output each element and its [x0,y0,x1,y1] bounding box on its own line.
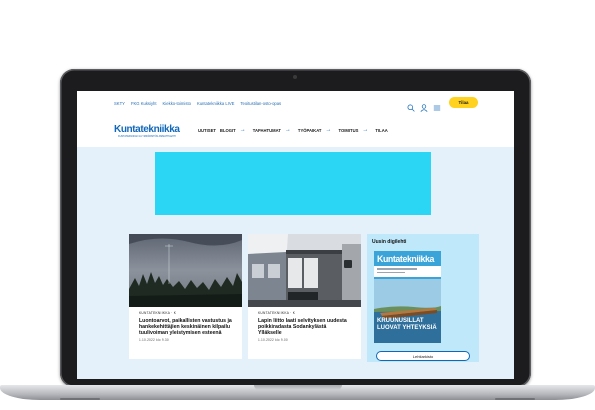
arrow-right-icon[interactable]: → [362,127,368,133]
main-nav: Kuntatekniikka KUNTATEKNIIKAN JA YMPÄRIS… [77,121,514,147]
page-content: KUNTATEKNIIKKA · K Luontoarvot, paikalli… [77,147,514,379]
header-actions: Tilaa [407,97,478,112]
article-image-station[interactable] [248,234,361,307]
article-category: KUNTATEKNIIKKA · K [139,311,177,315]
magazine-cover-text [377,271,405,274]
logo-wordmark: Kuntatekniikka [114,124,180,135]
logo-tagline: KUNTATEKNIIKAN JA YMPÄRISTÖN AMMATTILEHT… [118,135,176,138]
webcam [293,75,297,79]
top-link-opas[interactable]: Teoitustilan-osto-opas [240,101,281,106]
article-date: 1.10.2022 klo 9.00 [258,338,288,342]
article-category: KUNTATEKNIIKKA · K [258,311,296,315]
nav-item-tyopaikat[interactable]: TYÖPAIKAT [298,128,322,133]
magazine-cover-photo [374,279,441,343]
arrow-right-icon[interactable]: → [240,127,246,133]
latest-magazine-panel: Uusin digilehti Kuntatekniikka KRUUNUSIL… [367,234,479,362]
site-logo[interactable]: Kuntatekniikka KUNTATEKNIIKAN JA YMPÄRIS… [114,124,180,138]
top-link-fkg[interactable]: FKG Kuksiyht [131,101,157,106]
arrow-right-icon[interactable]: → [285,127,291,133]
nav-items: UUTISET BLOGIT → TAPAHTUMAT → TYÖPAIKAT … [198,127,388,133]
laptop-frame: SKTY FKG Kuksiyht Kiekko-toimisto Kuntat… [60,69,531,387]
article-date: 1.10.2022 klo 9.30 [139,338,169,342]
archive-button[interactable]: Lehtiarkisto [376,351,470,361]
top-bar: SKTY FKG Kuksiyht Kiekko-toimisto Kuntat… [77,91,514,121]
search-icon[interactable] [407,99,415,112]
user-icon[interactable] [420,99,428,112]
magazine-cover-stripe [374,266,441,277]
top-link-skty[interactable]: SKTY [114,101,125,106]
nav-item-blogit[interactable]: BLOGIT [220,128,236,133]
nav-item-tilaa[interactable]: TILAA [375,128,387,133]
top-link-kiekko[interactable]: Kiekko-toimisto [163,101,191,106]
laptop-base-notch [254,385,342,390]
subscribe-button[interactable]: Tilaa [449,97,478,108]
menu-icon[interactable] [433,99,441,110]
laptop-screen: SKTY FKG Kuksiyht Kiekko-toimisto Kuntat… [77,91,514,379]
nav-item-uutiset[interactable]: UUTISET [198,128,216,133]
article-title[interactable]: Lapin liitto laati selvityksen uudesta p… [258,318,351,336]
article-card[interactable]: KUNTATEKNIIKKA · K Lapin liitto laati se… [248,234,361,359]
latest-magazine-heading: Uusin digilehti [372,239,407,245]
top-links: SKTY FKG Kuksiyht Kiekko-toimisto Kuntat… [114,101,281,106]
magazine-headline: LUOVAT YHTEYKSIÄ [377,325,437,331]
laptop-foot [60,398,100,400]
magazine-cover-title: Kuntatekniikka [377,254,434,264]
top-link-live[interactable]: Kuntatekniikka LIVE [197,101,234,106]
magazine-headline: KRUUNUSILLAT [377,318,424,324]
nav-item-tapahtumat[interactable]: TAPAHTUMAT [253,128,281,133]
article-title[interactable]: Luontoarvot, paikallisten vastustus ja h… [139,318,232,336]
article-image-forest[interactable] [129,234,242,307]
laptop-foot [495,398,535,400]
nav-item-toimitus[interactable]: TOIMITUS [338,128,358,133]
ad-banner[interactable] [155,152,431,215]
laptop-base [0,385,595,400]
magazine-cover-text [377,268,417,270]
arrow-right-icon[interactable]: → [325,127,331,133]
article-card[interactable]: KUNTATEKNIIKKA · K Luontoarvot, paikalli… [129,234,242,359]
magazine-cover[interactable]: Kuntatekniikka KRUUNUSILLAT LUOVAT YHTEY… [374,251,441,343]
